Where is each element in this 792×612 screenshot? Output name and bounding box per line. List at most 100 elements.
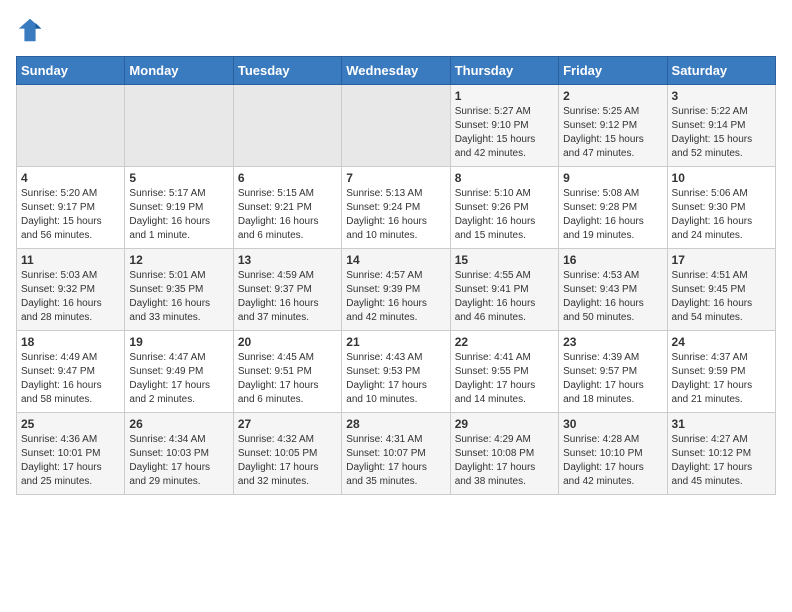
week-row-5: 25 Sunrise: 4:36 AM Sunset: 10:01 PM Dayl… [17,413,776,495]
calendar-cell: 8Sunrise: 5:10 AM Sunset: 9:26 PM Daylig… [450,167,558,249]
calendar-cell: 11 Sunrise: 5:03 AM Sunset: 9:32 PM Dayli… [17,249,125,331]
day-header-sunday: Sunday [17,57,125,85]
day-info: Sunrise: 4:59 AM Sunset: 9:37 PM Dayligh… [238,269,337,325]
day-number: 20 [238,335,337,349]
calendar-cell: 4 Sunrise: 5:20 AM Sunset: 9:17 PM Daylig… [17,167,125,249]
day-info: Sunrise: 5:01 AM Sunset: 9:35 PM Dayligh… [129,269,228,325]
day-number: 23 [563,335,662,349]
day-info: Sunrise: 5:03 AM Sunset: 9:32 PM Dayligh… [21,269,120,325]
day-number: 21 [346,335,445,349]
day-info: Sunrise: 4:39 AM Sunset: 9:57 PM Dayligh… [563,351,662,407]
calendar-cell: 28Sunrise: 4:31 AM Sunset: 10:07 PM Dayl… [342,413,450,495]
calendar-cell: 2 Sunrise: 5:25 AM Sunset: 9:12 PM Daylig… [559,85,667,167]
day-number: 5 [129,171,228,185]
day-info: Sunrise: 4:53 AM Sunset: 9:43 PM Dayligh… [563,269,662,325]
logo [16,16,48,44]
day-number: 11 [21,253,120,267]
day-number: 28 [346,417,445,431]
calendar-cell: 16 Sunrise: 4:53 AM Sunset: 9:43 PM Dayli… [559,249,667,331]
calendar-cell: 17 Sunrise: 4:51 AM Sunset: 9:45 PM Dayli… [667,249,775,331]
day-info: Sunrise: 5:13 AM Sunset: 9:24 PM Dayligh… [346,187,445,243]
day-number: 15 [455,253,554,267]
header-row: SundayMondayTuesdayWednesdayThursdayFrid… [17,57,776,85]
calendar-cell: 19Sunrise: 4:47 AM Sunset: 9:49 PM Dayli… [125,331,233,413]
day-number: 30 [563,417,662,431]
day-info: Sunrise: 4:57 AM Sunset: 9:39 PM Dayligh… [346,269,445,325]
day-number: 18 [21,335,120,349]
day-info: Sunrise: 4:28 AM Sunset: 10:10 PM Daylig… [563,433,662,489]
calendar-cell: 9 Sunrise: 5:08 AM Sunset: 9:28 PM Daylig… [559,167,667,249]
day-info: Sunrise: 4:49 AM Sunset: 9:47 PM Dayligh… [21,351,120,407]
day-number: 3 [672,89,771,103]
day-header-wednesday: Wednesday [342,57,450,85]
day-info: Sunrise: 5:08 AM Sunset: 9:28 PM Dayligh… [563,187,662,243]
calendar-body: 1Sunrise: 5:27 AM Sunset: 9:10 PM Daylig… [17,85,776,495]
day-number: 12 [129,253,228,267]
calendar-cell [233,85,341,167]
day-number: 7 [346,171,445,185]
day-number: 22 [455,335,554,349]
day-number: 10 [672,171,771,185]
day-info: Sunrise: 4:32 AM Sunset: 10:05 PM Daylig… [238,433,337,489]
calendar-cell: 31Sunrise: 4:27 AM Sunset: 10:12 PM Dayl… [667,413,775,495]
calendar-cell: 23 Sunrise: 4:39 AM Sunset: 9:57 PM Dayli… [559,331,667,413]
day-info: Sunrise: 5:17 AM Sunset: 9:19 PM Dayligh… [129,187,228,243]
day-info: Sunrise: 4:55 AM Sunset: 9:41 PM Dayligh… [455,269,554,325]
day-number: 24 [672,335,771,349]
day-number: 13 [238,253,337,267]
calendar-cell: 21 Sunrise: 4:43 AM Sunset: 9:53 PM Dayli… [342,331,450,413]
calendar-cell: 6Sunrise: 5:15 AM Sunset: 9:21 PM Daylig… [233,167,341,249]
calendar-cell: 29Sunrise: 4:29 AM Sunset: 10:08 PM Dayl… [450,413,558,495]
calendar-cell: 20 Sunrise: 4:45 AM Sunset: 9:51 PM Dayli… [233,331,341,413]
day-info: Sunrise: 4:34 AM Sunset: 10:03 PM Daylig… [129,433,228,489]
calendar-cell: 30 Sunrise: 4:28 AM Sunset: 10:10 PM Dayl… [559,413,667,495]
calendar-cell: 7 Sunrise: 5:13 AM Sunset: 9:24 PM Daylig… [342,167,450,249]
week-row-1: 1Sunrise: 5:27 AM Sunset: 9:10 PM Daylig… [17,85,776,167]
calendar-cell: 22 Sunrise: 4:41 AM Sunset: 9:55 PM Dayli… [450,331,558,413]
day-header-monday: Monday [125,57,233,85]
day-info: Sunrise: 5:25 AM Sunset: 9:12 PM Dayligh… [563,105,662,161]
day-header-tuesday: Tuesday [233,57,341,85]
day-info: Sunrise: 5:27 AM Sunset: 9:10 PM Dayligh… [455,105,554,161]
day-info: Sunrise: 5:22 AM Sunset: 9:14 PM Dayligh… [672,105,771,161]
day-number: 14 [346,253,445,267]
page-header [16,16,776,44]
day-info: Sunrise: 4:43 AM Sunset: 9:53 PM Dayligh… [346,351,445,407]
day-number: 4 [21,171,120,185]
day-number: 2 [563,89,662,103]
calendar-cell: 10Sunrise: 5:06 AM Sunset: 9:30 PM Dayli… [667,167,775,249]
day-header-thursday: Thursday [450,57,558,85]
day-number: 17 [672,253,771,267]
day-info: Sunrise: 4:51 AM Sunset: 9:45 PM Dayligh… [672,269,771,325]
day-info: Sunrise: 4:47 AM Sunset: 9:49 PM Dayligh… [129,351,228,407]
day-number: 25 [21,417,120,431]
day-info: Sunrise: 5:10 AM Sunset: 9:26 PM Dayligh… [455,187,554,243]
day-header-saturday: Saturday [667,57,775,85]
calendar-cell: 14 Sunrise: 4:57 AM Sunset: 9:39 PM Dayli… [342,249,450,331]
calendar-cell: 12 Sunrise: 5:01 AM Sunset: 9:35 PM Dayli… [125,249,233,331]
day-info: Sunrise: 5:20 AM Sunset: 9:17 PM Dayligh… [21,187,120,243]
day-number: 9 [563,171,662,185]
day-info: Sunrise: 5:15 AM Sunset: 9:21 PM Dayligh… [238,187,337,243]
calendar-header: SundayMondayTuesdayWednesdayThursdayFrid… [17,57,776,85]
day-number: 16 [563,253,662,267]
calendar-cell: 15 Sunrise: 4:55 AM Sunset: 9:41 PM Dayli… [450,249,558,331]
calendar-cell: 24 Sunrise: 4:37 AM Sunset: 9:59 PM Dayli… [667,331,775,413]
calendar-cell: 25 Sunrise: 4:36 AM Sunset: 10:01 PM Dayl… [17,413,125,495]
week-row-3: 11 Sunrise: 5:03 AM Sunset: 9:32 PM Dayli… [17,249,776,331]
day-info: Sunrise: 4:45 AM Sunset: 9:51 PM Dayligh… [238,351,337,407]
calendar-table: SundayMondayTuesdayWednesdayThursdayFrid… [16,56,776,495]
day-number: 27 [238,417,337,431]
calendar-cell: 27 Sunrise: 4:32 AM Sunset: 10:05 PM Dayl… [233,413,341,495]
calendar-cell: 3 Sunrise: 5:22 AM Sunset: 9:14 PM Daylig… [667,85,775,167]
calendar-cell: 5 Sunrise: 5:17 AM Sunset: 9:19 PM Daylig… [125,167,233,249]
calendar-cell [342,85,450,167]
calendar-cell: 13 Sunrise: 4:59 AM Sunset: 9:37 PM Dayli… [233,249,341,331]
day-number: 26 [129,417,228,431]
calendar-cell: 26 Sunrise: 4:34 AM Sunset: 10:03 PM Dayl… [125,413,233,495]
day-info: Sunrise: 4:37 AM Sunset: 9:59 PM Dayligh… [672,351,771,407]
day-number: 29 [455,417,554,431]
calendar-cell [125,85,233,167]
day-info: Sunrise: 4:41 AM Sunset: 9:55 PM Dayligh… [455,351,554,407]
day-info: Sunrise: 4:36 AM Sunset: 10:01 PM Daylig… [21,433,120,489]
